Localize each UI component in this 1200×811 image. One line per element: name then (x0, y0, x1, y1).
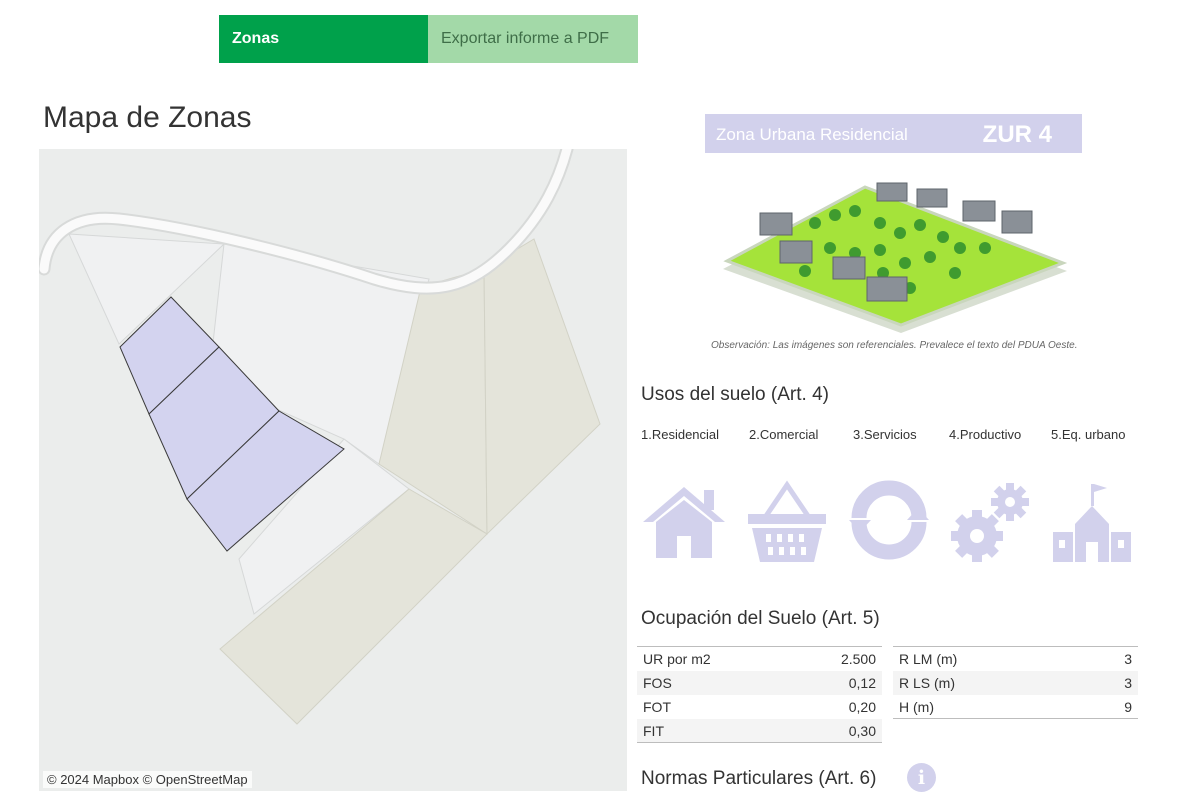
table-row: R LS (m) 3 (893, 671, 1138, 695)
gears-icon (951, 483, 1029, 562)
norms-title: Normas Particulares (Art. 6) (641, 768, 877, 789)
param-value: 9 (1124, 698, 1132, 715)
param-value: 2.500 (840, 651, 876, 667)
occupation-title: Ocupación del Suelo (Art. 5) (641, 608, 880, 629)
uses-title: Usos del suelo (Art. 4) (641, 384, 829, 405)
zone-label: Zona Urbana Residencial (716, 125, 908, 144)
basket-icon (748, 480, 826, 562)
table-row: FOS 0,12 (637, 671, 882, 695)
tab-export-pdf[interactable]: Exportar informe a PDF (428, 15, 638, 63)
table-row: FIT 0,30 (637, 719, 882, 743)
use-label-residencial: 1.Residencial (641, 427, 720, 442)
tab-zonas[interactable]: Zonas (219, 15, 428, 63)
param-value: 3 (1124, 651, 1132, 667)
param-value: 0,20 (848, 699, 876, 715)
param-name: R LM (m) (899, 651, 958, 667)
param-name: R LS (m) (899, 675, 955, 691)
param-name: FOT (643, 699, 671, 715)
map-canvas (39, 149, 601, 725)
param-name: FOS (643, 675, 672, 691)
table-row: FOT 0,20 (637, 695, 882, 719)
zone-reference-card: Zona Urbana Residencial ZUR 4 Observació… (705, 114, 1082, 356)
occupation-table-left: UR por m2 2.500 FOS 0,12 FOT 0,20 FIT 0,… (637, 646, 882, 743)
zone-map[interactable]: © 2024 Mapbox © OpenStreetMap (39, 149, 627, 791)
map-parcel-beige (483, 238, 601, 536)
table-row: H (m) 9 (893, 695, 1138, 719)
zone-illustration (723, 182, 1068, 333)
table-row: R LM (m) 3 (893, 647, 1138, 671)
param-name: UR por m2 (643, 651, 711, 667)
use-label-eq-urbano: 5.Eq. urbano (1051, 427, 1126, 442)
param-value: 0,30 (848, 722, 876, 739)
zone-banner: Zona Urbana Residencial ZUR 4 (705, 114, 1082, 153)
use-label-servicios: 3.Servicios (853, 427, 917, 442)
services-cycle-icon (849, 480, 929, 560)
use-label-productivo: 4.Productivo (949, 427, 1022, 442)
param-value: 3 (1124, 675, 1132, 691)
house-icon (643, 487, 725, 558)
param-value: 0,12 (848, 675, 876, 691)
param-name: FIT (643, 722, 664, 739)
use-label-comercial: 2.Comercial (749, 427, 819, 442)
tab-bar: Zonas Exportar informe a PDF (219, 15, 638, 63)
ground-grass (723, 185, 1068, 327)
zone-code: ZUR 4 (982, 121, 1052, 148)
school-building-icon (1053, 484, 1131, 562)
zone-image-note: Observación: Las imágenes son referencia… (711, 340, 1078, 351)
map-attribution[interactable]: © 2024 Mapbox © OpenStreetMap (43, 771, 252, 788)
param-name: H (m) (899, 698, 934, 715)
table-row: UR por m2 2.500 (637, 647, 882, 671)
map-title: Mapa de Zonas (43, 101, 252, 134)
info-icon[interactable]: i (907, 763, 936, 792)
occupation-table-right: R LM (m) 3 R LS (m) 3 H (m) 9 (893, 646, 1138, 719)
